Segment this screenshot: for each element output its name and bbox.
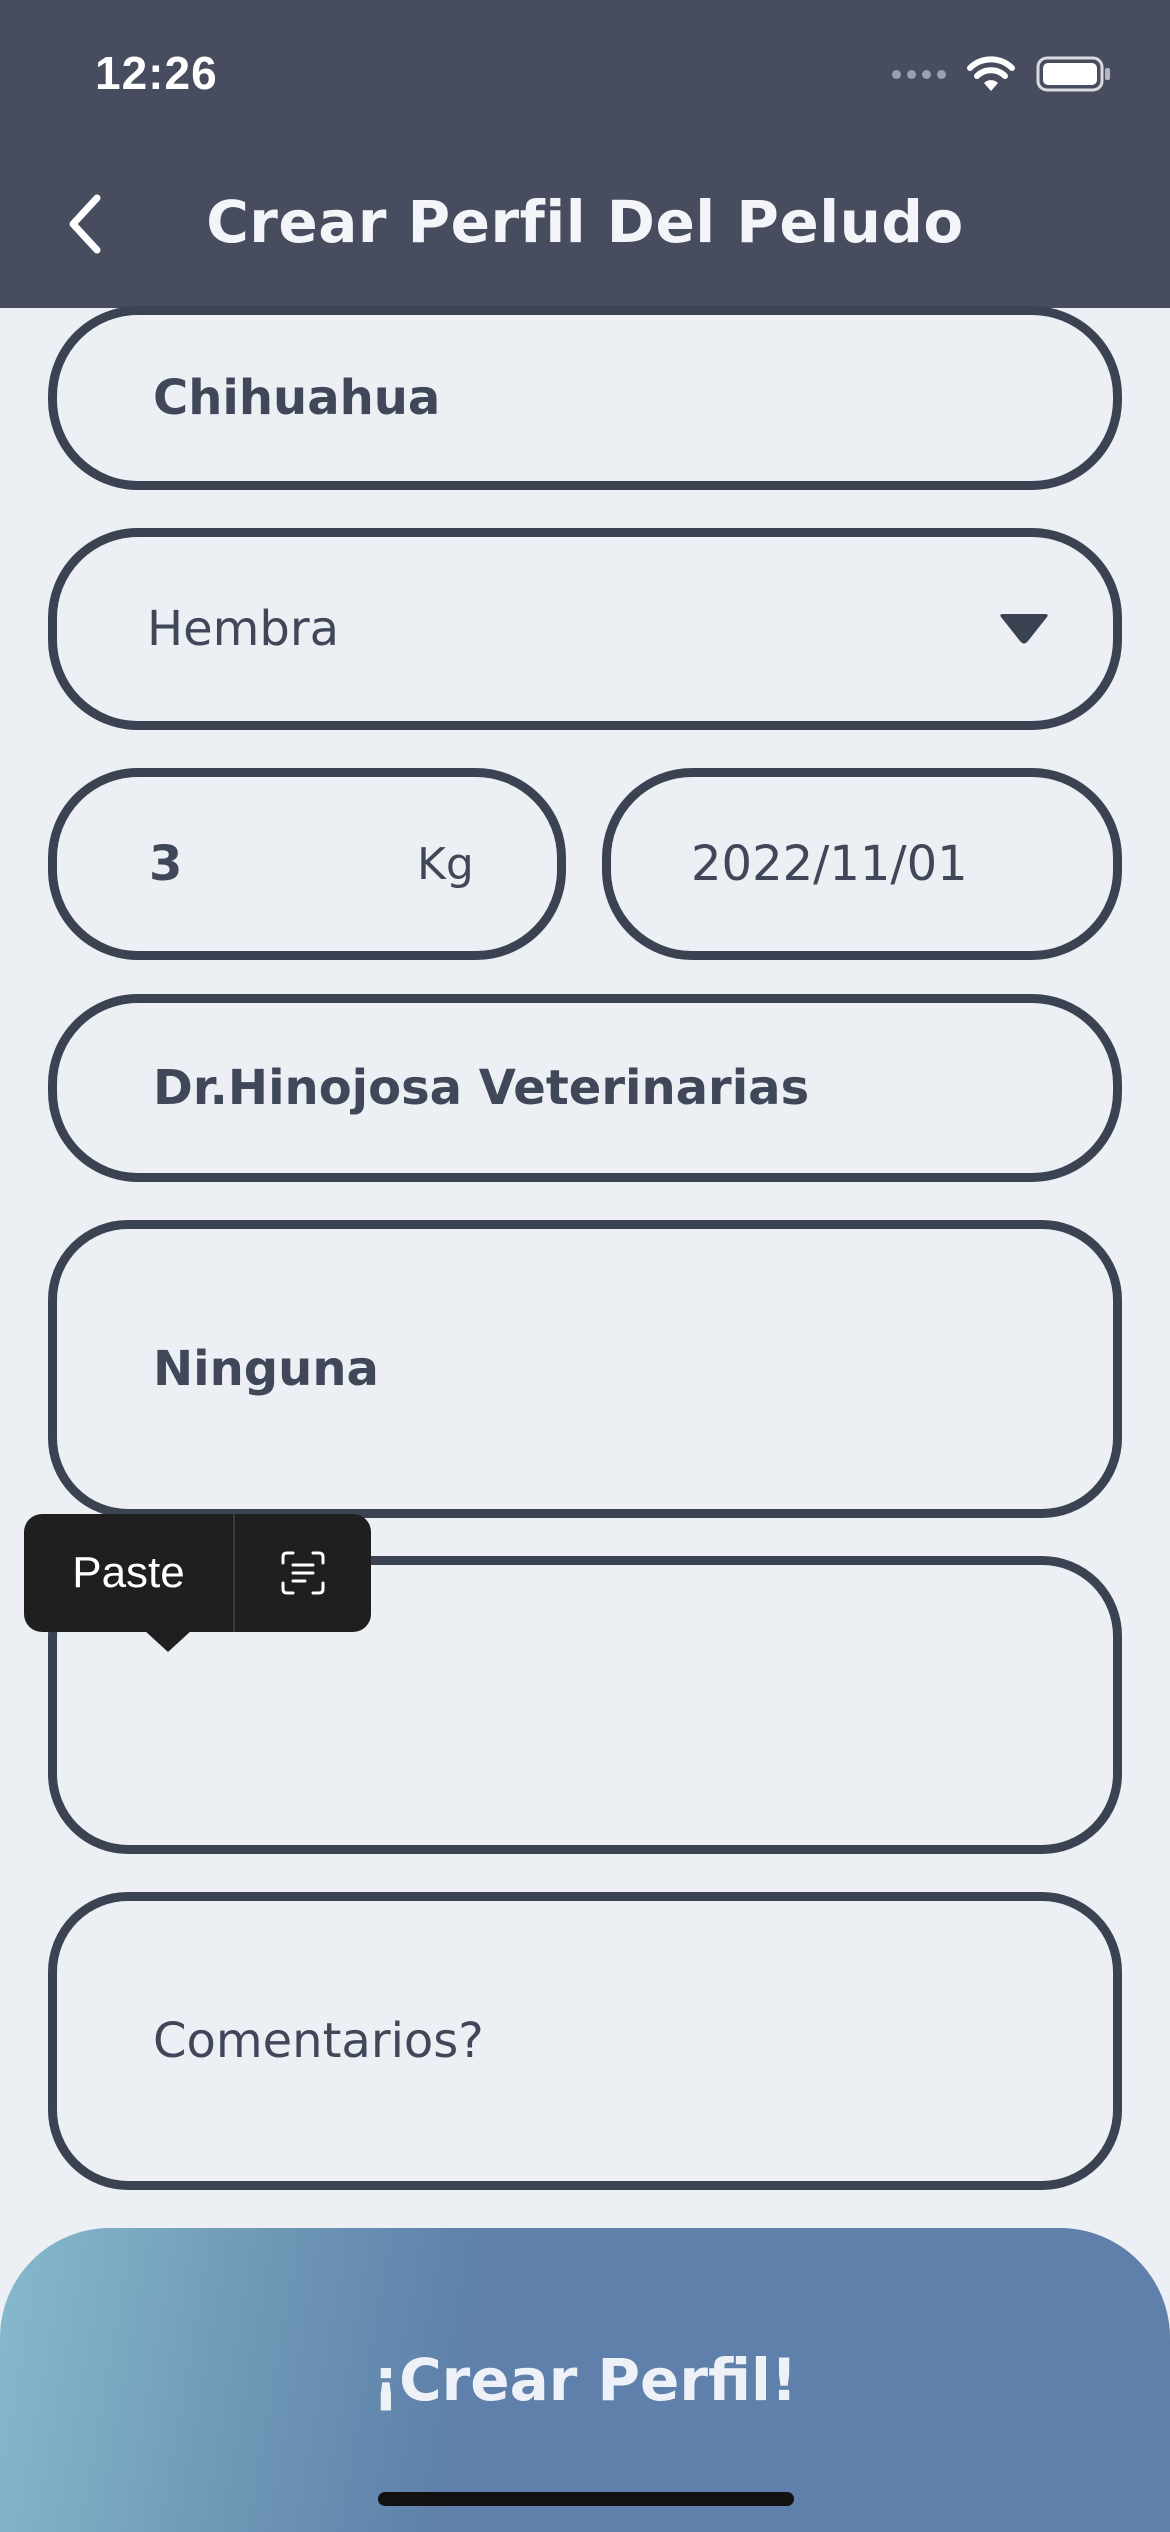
cellular-signal-icon (892, 69, 946, 79)
menu-pointer (144, 1630, 192, 1652)
comments-field[interactable]: Comentarios? (48, 1892, 1122, 2190)
paste-button[interactable]: Paste (24, 1514, 235, 1632)
create-profile-button[interactable]: ¡Crear Perfil! (0, 2228, 1170, 2532)
page-title: Crear Perfil Del Peludo (206, 188, 964, 256)
scan-text-icon (281, 1551, 325, 1595)
vet-value: Dr.Hinojosa Veterinarias (153, 1060, 810, 1116)
caret-down-icon (1000, 614, 1048, 644)
allergies-field[interactable]: Ninguna (48, 1220, 1122, 1518)
battery-icon (1036, 56, 1110, 92)
scan-text-button[interactable] (235, 1514, 371, 1632)
comments-placeholder: Comentarios? (153, 2013, 484, 2069)
create-profile-label: ¡Crear Perfil! (372, 2346, 798, 2414)
weight-unit: Kg (417, 838, 474, 890)
weight-value: 3 (149, 836, 183, 892)
status-indicators (892, 52, 1112, 96)
home-indicator (378, 2492, 794, 2506)
birth-date-value: 2022/11/01 (691, 836, 968, 892)
birth-date-field[interactable]: 2022/11/01 (602, 768, 1122, 960)
paste-context-menu: Paste (24, 1514, 371, 1652)
breed-value: Chihuahua (153, 370, 441, 426)
weight-field[interactable]: 3 Kg (48, 768, 566, 960)
breed-field[interactable]: Chihuahua (48, 306, 1122, 490)
vet-field[interactable]: Dr.Hinojosa Veterinarias (48, 994, 1122, 1182)
app-header: 12:26 Crear Perfil Del Peludo (0, 0, 1170, 308)
allergies-value: Ninguna (153, 1341, 379, 1397)
sex-dropdown[interactable]: Hembra (48, 528, 1122, 730)
wifi-icon (967, 56, 1015, 91)
sex-value: Hembra (147, 601, 339, 657)
status-time: 12:26 (95, 47, 218, 99)
